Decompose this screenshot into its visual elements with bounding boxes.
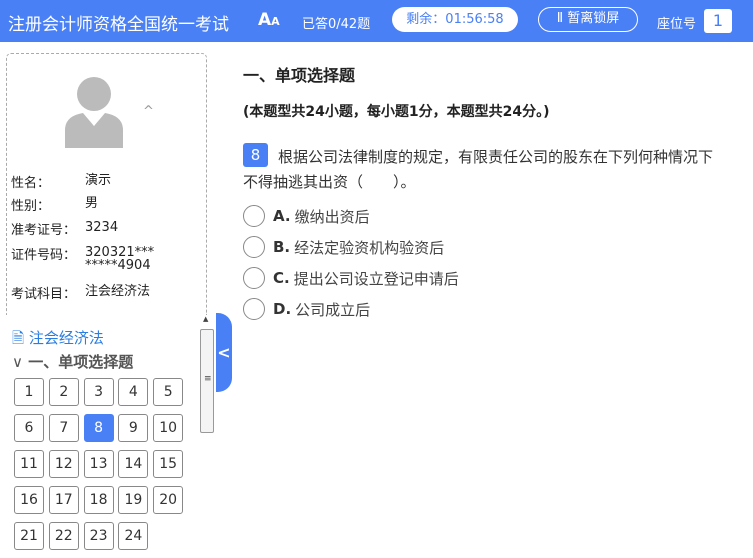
question-button[interactable]: 24 [118, 522, 149, 550]
radio-button[interactable] [243, 267, 265, 289]
question-button[interactable]: 16 [14, 486, 44, 514]
question-button[interactable]: 22 [48, 522, 79, 550]
question-button[interactable]: 10 [153, 414, 184, 442]
question-button[interactable]: 8 [83, 414, 114, 442]
field-value: 注会经济法 [85, 284, 151, 299]
field-value: 演示 [85, 173, 112, 188]
exam-title: 注册会计师资格全国统一考试 [8, 15, 229, 35]
collapse-sidebar-button[interactable]: < [216, 313, 232, 392]
section-description: (本题型共24小题，每小题1分，本题型共24分。) [243, 104, 550, 120]
question-button[interactable]: 13 [83, 450, 114, 478]
question-button[interactable]: 17 [48, 486, 79, 514]
font-size-icon[interactable]: AA [258, 10, 280, 30]
avatar-icon [65, 77, 123, 148]
seat-label: 座位号 [657, 17, 697, 32]
option-key: A. [273, 207, 291, 225]
field-value: 男 [85, 196, 99, 211]
section-toggle[interactable]: ∨ 一、单项选择题 [12, 351, 133, 372]
chevron-down-icon: ∨ [12, 353, 23, 371]
question-grid: 1 2 3 4 5 6 7 8 9 10 11 12 13 14 15 16 17 18 19 20 21 22 23 24 [14, 378, 189, 550]
field-label: 证件号码： [11, 248, 77, 263]
field-label: 性别： [11, 199, 51, 214]
option-text: 缴纳出资后 [294, 207, 370, 226]
lock-screen-button[interactable]: Ⅱ 暂离锁屏 [538, 7, 638, 32]
nav-scrollbar[interactable]: ▲ ≡ [200, 315, 214, 433]
question-button[interactable]: 23 [83, 522, 114, 550]
field-label: 准考证号： [11, 223, 77, 238]
section-label: 一、单项选择题 [28, 353, 134, 371]
question-button[interactable]: 21 [14, 522, 44, 550]
answer-option[interactable]: D. 公司成立后 [243, 298, 370, 320]
question-button[interactable]: 19 [118, 486, 149, 514]
collapse-profile-icon[interactable]: ^ [143, 104, 154, 119]
question-button[interactable]: 6 [14, 414, 44, 442]
subject-link[interactable]: 🗎 注会经济法 [12, 327, 104, 353]
subject-label: 注会经济法 [28, 329, 104, 347]
question-text: 根据公司法律制度的规定，有限责任公司的股东在下列何种情况下不得抽逃其出资（ ）。 [243, 148, 714, 191]
radio-button[interactable] [243, 236, 265, 258]
question-button[interactable]: 7 [48, 414, 79, 442]
option-key: D. [273, 300, 292, 318]
answer-option[interactable]: A. 缴纳出资后 [243, 205, 370, 227]
radio-button[interactable] [243, 298, 265, 320]
option-text: 公司成立后 [295, 300, 371, 319]
scroll-thumb[interactable]: ≡ [200, 329, 214, 433]
section-title: 一、单项选择题 [243, 66, 356, 85]
answered-count: 已答0/42题 [302, 17, 371, 32]
question-button[interactable]: 9 [118, 414, 149, 442]
option-key: B. [273, 238, 291, 256]
seat-number: 1 [704, 9, 732, 33]
option-text: 经法定验资机构验资后 [294, 238, 445, 257]
timer: 剩余：01:56:58 [392, 7, 518, 32]
option-key: C. [273, 269, 290, 287]
question-button[interactable]: 1 [14, 378, 44, 406]
scroll-up-icon[interactable]: ▲ [203, 315, 208, 323]
question-button[interactable]: 15 [153, 450, 184, 478]
field-label: 考试科目： [11, 287, 77, 302]
field-label: 性名： [11, 176, 51, 191]
radio-button[interactable] [243, 205, 265, 227]
question-button[interactable]: 18 [83, 486, 114, 514]
field-value: 320321********4904 [85, 245, 155, 273]
question-button[interactable]: 20 [153, 486, 184, 514]
option-text: 提出公司设立登记申请后 [293, 269, 459, 288]
question-button[interactable]: 14 [118, 450, 149, 478]
question-button[interactable]: 11 [14, 450, 44, 478]
field-value: 3234 [85, 220, 119, 235]
question-button[interactable]: 3 [83, 378, 114, 406]
question-button[interactable]: 4 [118, 378, 149, 406]
question-button[interactable]: 5 [153, 378, 184, 406]
answer-option[interactable]: C. 提出公司设立登记申请后 [243, 267, 459, 289]
question-button[interactable]: 12 [48, 450, 79, 478]
question-number-badge: 8 [243, 143, 268, 167]
answer-option[interactable]: B. 经法定验资机构验资后 [243, 236, 444, 258]
top-bar: 注册会计师资格全国统一考试 AA 已答0/42题 剩余：01:56:58 Ⅱ 暂… [0, 0, 753, 42]
question-button[interactable]: 2 [48, 378, 79, 406]
